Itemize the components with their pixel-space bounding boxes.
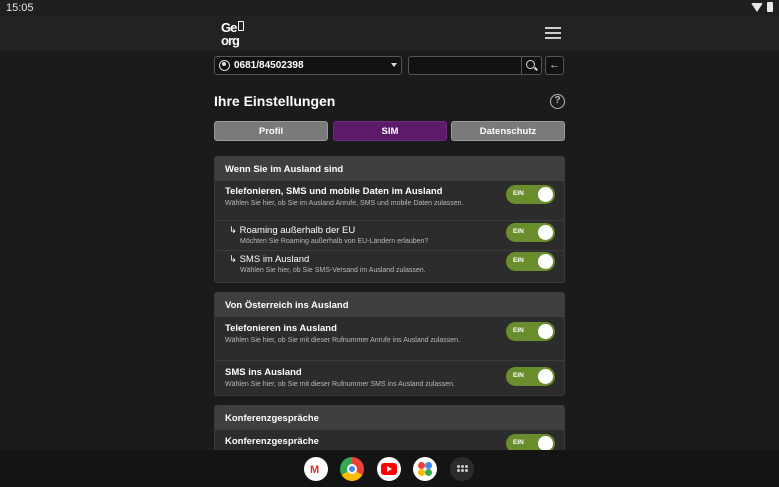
- back-button[interactable]: ←: [545, 56, 564, 75]
- toggle-label: EIN: [513, 372, 524, 379]
- setting-description: Wählen Sie hier, ob Sie im Ausland Anruf…: [225, 200, 464, 207]
- taskbar-dock: M: [0, 450, 779, 487]
- toggle-switch[interactable]: EIN: [506, 185, 555, 204]
- section-header: Konferenzgespräche: [215, 406, 564, 430]
- section-oesterreich-ausland: Von Österreich ins Ausland Telefonieren …: [214, 292, 565, 396]
- selected-number: 0681/84502398: [234, 60, 304, 71]
- setting-title: ↳ SMS im Ausland: [229, 254, 310, 265]
- toggle-knob: [538, 324, 553, 339]
- setting-row: Konferenzgespräche EIN: [215, 430, 564, 450]
- setting-title: Telefonieren, SMS und mobile Daten im Au…: [225, 186, 443, 197]
- tab-datenschutz[interactable]: Datenschutz: [451, 121, 565, 141]
- toggle-switch[interactable]: EIN: [506, 322, 555, 341]
- toggle-knob: [538, 225, 553, 240]
- toggle-label: EIN: [513, 257, 524, 264]
- app-drawer-icon[interactable]: [450, 457, 474, 481]
- setting-description: Wählen Sie hier, ob Sie mit dieser Rufnu…: [225, 381, 455, 388]
- app-header: Ge org: [0, 16, 779, 51]
- toggle-label: EIN: [513, 228, 524, 235]
- setting-row: Telefonieren ins Ausland Wählen Sie hier…: [215, 317, 564, 361]
- user-circle-icon: [219, 60, 230, 71]
- setting-row: Telefonieren, SMS und mobile Daten im Au…: [215, 181, 564, 221]
- toggle-switch[interactable]: EIN: [506, 223, 555, 242]
- settings-tabs: Profil SIM Datenschutz: [214, 121, 565, 141]
- search-divider: [521, 57, 522, 74]
- phone-icon: [238, 21, 244, 31]
- search-box: [408, 56, 542, 75]
- wifi-icon: [751, 2, 763, 12]
- section-ausland: Wenn Sie im Ausland sind Telefonieren, S…: [214, 156, 565, 283]
- main-content[interactable]: 0681/84502398 ← Ihre Einstellungen ? Pro…: [0, 51, 779, 450]
- section-header: Wenn Sie im Ausland sind: [215, 157, 564, 181]
- setting-description: Wählen Sie hier, ob Sie SMS-Versand im A…: [240, 267, 426, 274]
- tab-profil[interactable]: Profil: [214, 121, 328, 141]
- setting-row: SMS ins Ausland Wählen Sie hier, ob Sie …: [215, 361, 564, 395]
- toggle-knob: [538, 369, 553, 384]
- status-time: 15:05: [6, 2, 34, 14]
- setting-description: Möchten Sie Roaming außerhalb von EU-Län…: [240, 238, 429, 245]
- toggle-knob: [538, 254, 553, 269]
- battery-icon: [767, 2, 773, 12]
- section-konferenz: Konferenzgespräche Konferenzgespräche EI…: [214, 405, 565, 450]
- setting-title: Telefonieren ins Ausland: [225, 323, 337, 334]
- page-title: Ihre Einstellungen: [214, 93, 336, 109]
- gmail-icon[interactable]: M: [304, 457, 328, 481]
- search-icon[interactable]: [526, 60, 535, 69]
- toggle-switch[interactable]: EIN: [506, 252, 555, 271]
- hamburger-menu-icon[interactable]: [545, 26, 561, 40]
- setting-row: ↳ Roaming außerhalb der EU Möchten Sie R…: [215, 221, 564, 251]
- section-header: Von Österreich ins Ausland: [215, 293, 564, 317]
- status-icons: [751, 2, 773, 12]
- status-bar: 15:05: [0, 0, 779, 16]
- toggle-knob: [538, 187, 553, 202]
- toggle-switch[interactable]: EIN: [506, 434, 555, 450]
- setting-title: ↳ Roaming außerhalb der EU: [229, 225, 356, 236]
- help-icon[interactable]: ?: [550, 94, 565, 109]
- photos-icon[interactable]: [413, 457, 437, 481]
- setting-row: ↳ SMS im Ausland Wählen Sie hier, ob Sie…: [215, 251, 564, 282]
- toggle-switch[interactable]: EIN: [506, 367, 555, 386]
- setting-description: Wählen Sie hier, ob Sie mit dieser Rufnu…: [225, 337, 461, 344]
- chrome-icon[interactable]: [340, 457, 364, 481]
- logo-line-2: org: [221, 33, 240, 48]
- setting-title: SMS ins Ausland: [225, 367, 302, 378]
- toggle-knob: [538, 436, 553, 450]
- youtube-icon[interactable]: [377, 457, 401, 481]
- chevron-down-icon: [391, 63, 397, 67]
- number-select[interactable]: 0681/84502398: [214, 56, 402, 75]
- search-input[interactable]: [413, 59, 521, 72]
- georg-logo[interactable]: Ge org: [219, 19, 247, 49]
- tab-sim[interactable]: SIM: [333, 121, 447, 141]
- setting-title: Konferenzgespräche: [225, 436, 319, 447]
- toggle-label: EIN: [513, 439, 524, 446]
- toggle-label: EIN: [513, 190, 524, 197]
- toggle-label: EIN: [513, 327, 524, 334]
